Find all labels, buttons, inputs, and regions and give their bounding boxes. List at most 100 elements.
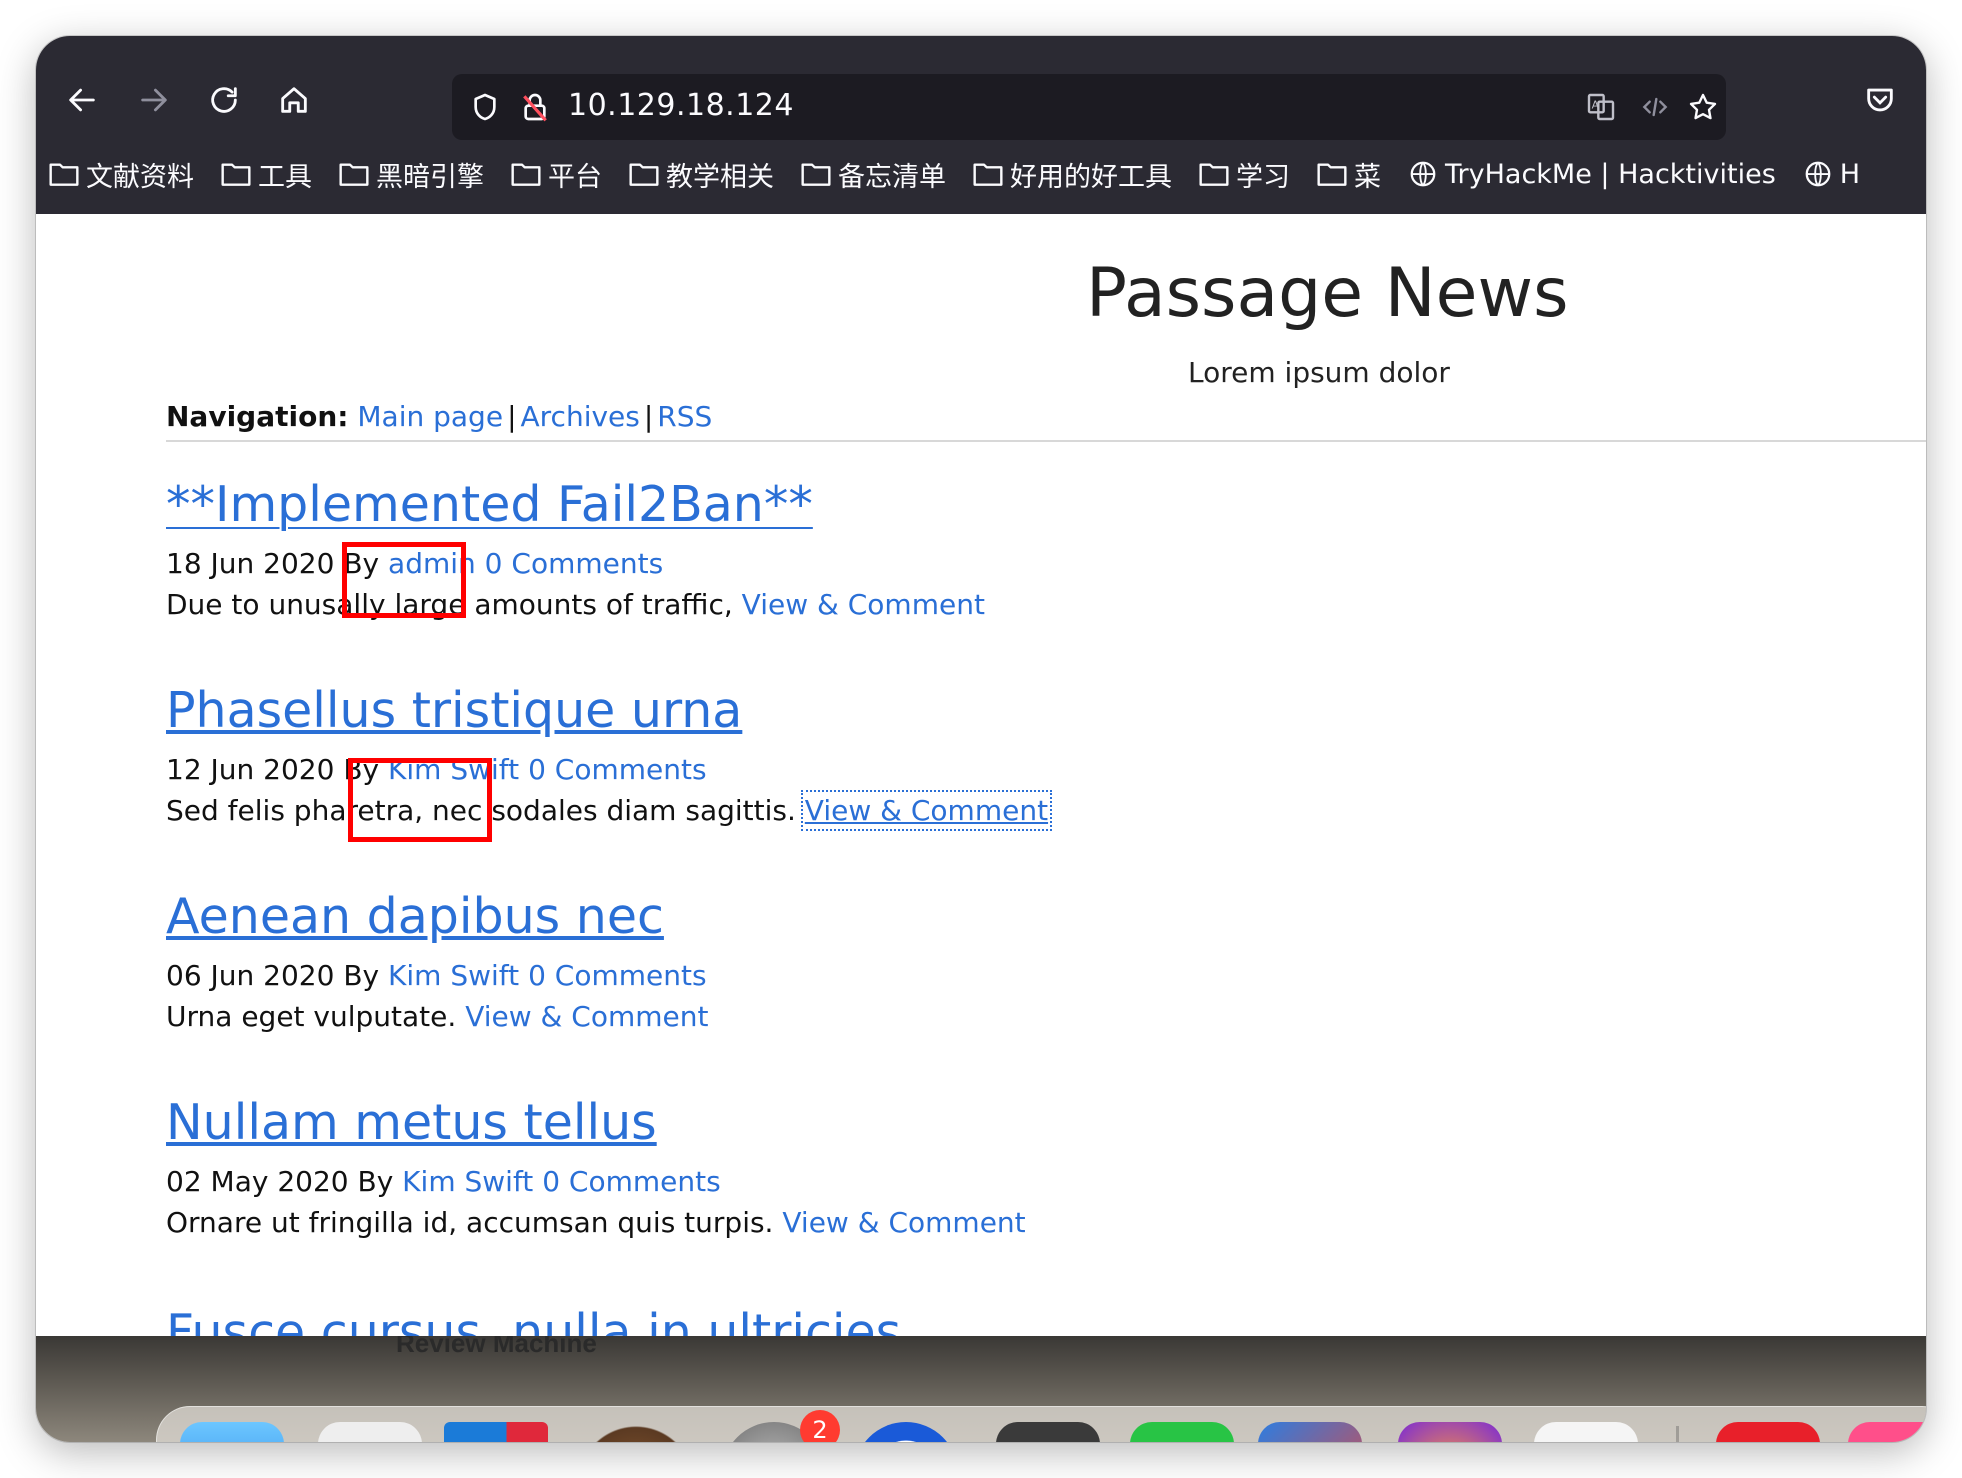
bookmark-label: 学习 [1236,161,1290,193]
bookmark-item[interactable]: TryHackMe | Hacktivities [1407,159,1776,190]
notification-badge: 2 [800,1410,840,1442]
post-author-link[interactable]: Kim Swift [388,753,519,786]
bookmark-item[interactable]: 学习 [1198,155,1290,194]
post-item: **Implemented Fail2Ban** 18 Jun 2020 By … [166,476,985,621]
url-bar[interactable]: 10.129.18.124 A [452,74,1726,140]
folder-icon [1316,159,1354,189]
svg-text:A: A [1592,98,1600,111]
sublime-text-icon[interactable] [996,1422,1100,1442]
post-comments-link[interactable]: 0 Comments [528,753,707,786]
post-meta: 12 Jun 2020 By Kim Swift 0 Comments [166,753,1048,786]
parallels-icon[interactable] [444,1422,548,1442]
post-meta: 18 Jun 2020 By admin 0 Comments [166,547,985,580]
netease-music-icon[interactable] [1716,1422,1820,1442]
nav-archives-link[interactable]: Archives [521,400,640,433]
home-icon [281,87,307,113]
url-text[interactable]: 10.129.18.124 [568,88,794,123]
post-title-link[interactable]: Phasellus tristique urna [166,682,1048,739]
post-meta: 02 May 2020 By Kim Swift 0 Comments [166,1165,1026,1198]
bookmark-label: H [1839,158,1861,190]
bookmark-item[interactable]: 好用的好工具 [972,155,1172,194]
divider [166,440,1926,442]
browser-window: 10.129.18.124 A 文献资料 工具 黑暗引擎 平台 教学相关 备忘清单 好用的好… [36,36,1926,1442]
folder-icon [338,159,376,189]
post-excerpt-text: Due to unusally large amounts of traffic… [166,588,733,621]
bookmark-star-icon[interactable] [1686,90,1720,124]
post-excerpt: Sed felis pharetra, nec sodales diam sag… [166,790,1053,831]
post-excerpt: Due to unusally large amounts of traffic… [166,588,985,621]
view-comment-link[interactable]: View & Comment [782,1206,1025,1239]
bookmark-item[interactable]: 黑暗引擎 [338,155,484,194]
finder-icon[interactable] [180,1422,284,1442]
reload-button[interactable] [198,74,250,126]
pink-app-icon[interactable] [1848,1422,1926,1442]
nav-separator: | [643,400,654,433]
post-meta: 06 Jun 2020 By Kim Swift 0 Comments [166,959,708,992]
reload-icon [211,87,237,113]
reader-code-icon[interactable] [1638,90,1672,124]
bookmark-item[interactable]: H [1802,159,1860,190]
site-navigation: Navigation: Main page | Archives | RSS [166,400,712,433]
post-title-link[interactable]: Nullam metus tellus [166,1094,1026,1151]
insecure-lock-icon[interactable] [518,90,552,124]
site-subtitle: Lorem ipsum dolor [1188,356,1450,389]
bookmark-label: 教学相关 [666,161,774,193]
bookmark-label: 好用的好工具 [1010,161,1172,193]
firefox-icon[interactable] [1398,1422,1502,1442]
post-date: 06 Jun 2020 [166,959,335,992]
post-date: 02 May 2020 [166,1165,349,1198]
post-comments-link[interactable]: 0 Comments [528,959,707,992]
folder-icon [510,159,548,189]
post-author-link[interactable]: Kim Swift [388,959,519,992]
translate-icon[interactable]: A [1584,90,1618,124]
post-author-link[interactable]: Kim Swift [402,1165,533,1198]
forward-button[interactable] [128,74,180,126]
post-by-label: By [343,547,380,580]
view-comment-link[interactable]: View & Comment [465,1000,708,1033]
post-excerpt-text: Sed felis pharetra, nec sodales diam sag… [166,794,796,827]
post-author-link[interactable]: admin [388,547,476,580]
bookmarks-toolbar: 文献资料 工具 黑暗引擎 平台 教学相关 备忘清单 好用的好工具 学习 菜 TryHackMe |… [48,148,1926,200]
bookmark-item[interactable]: 文献资料 [48,155,194,194]
post-excerpt: Urna eget vulputate. View & Comment [166,1000,708,1033]
launchpad-icon[interactable] [318,1422,422,1442]
post-title-link[interactable]: **Implemented Fail2Ban** [166,476,985,533]
back-arrow-icon [69,88,95,112]
folder-icon [1198,159,1236,189]
bookmark-label: 文献资料 [86,161,194,193]
bookmark-item[interactable]: 备忘清单 [800,155,946,194]
squirrel-app-icon[interactable] [584,1422,688,1442]
post-by-label: By [343,753,380,786]
site-title: Passage News [1086,254,1569,333]
wechat-icon[interactable] [1130,1422,1234,1442]
bookmark-item[interactable]: 菜 [1316,155,1381,194]
nav-rss-link[interactable]: RSS [657,400,712,433]
textedit-icon[interactable] [1534,1422,1638,1442]
bookmark-item[interactable]: 平台 [510,155,602,194]
nav-main-page-link[interactable]: Main page [357,400,503,433]
desktop-background: Review Machine 2 [36,1336,1926,1442]
post-comments-link[interactable]: 0 Comments [485,547,664,580]
navigation-label: Navigation: [166,400,349,433]
post-by-label: By [357,1165,394,1198]
post-comments-link[interactable]: 0 Comments [542,1165,721,1198]
bookmark-item[interactable]: 教学相关 [628,155,774,194]
bookmark-label: TryHackMe | Hacktivities [1445,158,1776,190]
screenshot-app-icon[interactable] [1258,1422,1362,1442]
back-button[interactable] [56,74,108,126]
pocket-button[interactable] [1854,74,1906,126]
post-title-link[interactable]: Aenean dapibus nec [166,888,708,945]
home-button[interactable] [268,74,320,126]
globe-icon [1407,159,1445,189]
folder-icon [220,159,258,189]
shield-icon[interactable] [468,90,502,124]
view-comment-link[interactable]: View & Comment [800,790,1053,831]
pocket-icon [1867,88,1893,112]
web-page: Passage News Lorem ipsum dolor Navigatio… [36,214,1926,1336]
globe-icon [1802,159,1840,189]
bookmark-label: 工具 [258,161,312,193]
bookmark-item[interactable]: 工具 [220,155,312,194]
view-comment-link[interactable]: View & Comment [742,588,985,621]
post-by-label: By [343,959,380,992]
post-title-link-partial[interactable]: Fusce cursus, nulla in ultricies [166,1304,901,1336]
